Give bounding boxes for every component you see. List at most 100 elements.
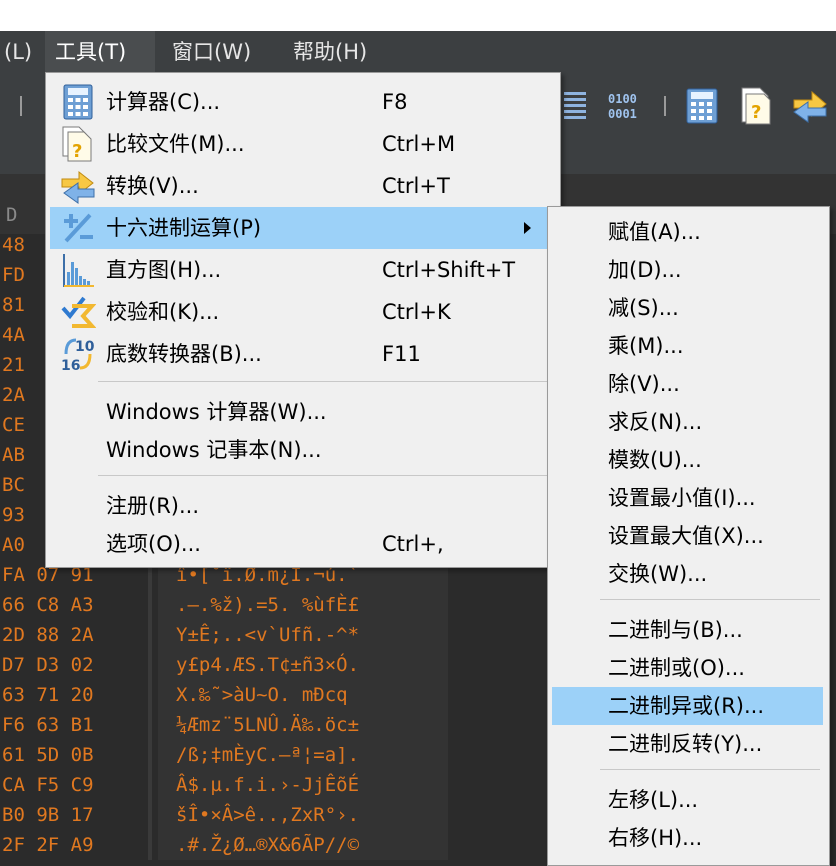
menu-item-label: 比较文件(M)... <box>106 132 245 156</box>
hex-bytes: BC <box>2 474 25 496</box>
ascii-text: /ß;‡mÈyC.–ª¦=a]. <box>158 740 448 770</box>
menu-item-shortcut: Ctrl+T <box>382 174 450 198</box>
menu-item-label: 注册(R)... <box>106 494 200 518</box>
ascii-text: .#.Ž¿Ø…®X&6ÃP//© <box>158 830 448 860</box>
hex-bytes: 2A <box>2 384 25 406</box>
submenu-item-label: 除(V)... <box>608 372 680 396</box>
menu-item-shortcut: Ctrl+K <box>382 300 451 324</box>
svg-text:?: ? <box>751 102 761 123</box>
convert-icon[interactable] <box>790 88 830 124</box>
hex-bytes: A0 <box>2 534 25 556</box>
hex-bytes: CA F5 C9 <box>2 774 94 796</box>
hex-bytes: F6 63 B1 <box>2 714 94 736</box>
submenu-item-assign[interactable]: 赋值(A)... <box>552 213 823 251</box>
submenu-item-swap[interactable]: 交换(W)... <box>552 555 823 593</box>
submenu-item-label: 左移(L)... <box>608 788 699 812</box>
hex-operation-icon <box>64 213 93 243</box>
menu-item-base-converter[interactable]: 10 16 底数转换器(B)... F11 <box>50 333 556 375</box>
menu-tools[interactable]: 工具(T) <box>45 31 155 74</box>
menu-separator <box>98 381 554 382</box>
menu-separator <box>600 769 820 770</box>
binary-view-icon[interactable]: 0100 0001 <box>606 88 642 124</box>
menu-bar: (L) 工具(T) 窗口(W) 帮助(H) <box>0 31 836 74</box>
menu-item-label: 十六进制运算(P) <box>106 216 262 240</box>
checksum-icon <box>61 296 96 328</box>
menu-item-convert[interactable]: 转换(V)... Ctrl+T <box>50 165 556 207</box>
menu-item-shortcut: Ctrl+, <box>382 532 444 556</box>
hex-offset-label: D <box>6 204 18 226</box>
calculator-icon <box>63 84 93 120</box>
ascii-text: Â$.µ.f.i.›-JjÊõÉ <box>158 770 448 800</box>
submenu-item-binary-invert[interactable]: 二进制反转(Y)... <box>552 725 823 763</box>
svg-text:16: 16 <box>61 358 80 372</box>
menu-item-compare-files[interactable]: ? 比较文件(M)... Ctrl+M <box>50 123 556 165</box>
hex-bytes: 93 <box>2 504 25 526</box>
hex-bytes: 21 <box>2 354 25 376</box>
calculator-icon[interactable] <box>686 88 718 124</box>
submenu-item-label: 二进制反转(Y)... <box>608 732 763 756</box>
submenu-item-add[interactable]: 加(D)... <box>552 251 823 289</box>
svg-text:0001: 0001 <box>608 107 637 121</box>
menu-separator <box>600 599 820 600</box>
ascii-text: y£p4.ÆS.T¢±ñ3×Ó. <box>158 650 448 680</box>
submenu-item-label: 二进制或(O)... <box>608 656 745 680</box>
hex-bytes: 2F 2F A9 <box>2 834 94 856</box>
submenu-item-binary-xor[interactable]: 二进制异或(R)... <box>552 687 823 725</box>
hex-bytes: CE <box>2 414 25 436</box>
menu-item-shortcut: Ctrl+M <box>382 132 456 156</box>
menu-item-checksum[interactable]: 校验和(K)... Ctrl+K <box>50 291 556 333</box>
hex-bytes: 63 71 20 <box>2 684 94 706</box>
submenu-item-shift-left[interactable]: 左移(L)... <box>552 781 823 819</box>
submenu-item-set-maximum[interactable]: 设置最大值(X)... <box>552 517 823 555</box>
menu-item-shortcut: F11 <box>382 342 421 366</box>
menu-window[interactable]: 窗口(W) <box>162 31 261 74</box>
hex-bytes: FD <box>2 264 25 286</box>
histogram-icon <box>63 254 94 287</box>
submenu-item-label: 减(S)... <box>608 296 679 320</box>
hex-bytes: 66 C8 A3 <box>2 594 94 616</box>
svg-text:0100: 0100 <box>608 92 637 106</box>
ascii-text: .–.%ž).=5. %ùfÈ£ <box>158 590 448 620</box>
menu-item-hex-operation[interactable]: 十六进制运算(P) <box>50 207 556 249</box>
menu-item-histogram[interactable]: 直方图(H)... Ctrl+Shift+T <box>50 249 556 291</box>
hex-bytes: B0 9B 17 <box>2 804 94 826</box>
compare-files-icon[interactable]: ? <box>738 86 774 126</box>
submenu-item-negate[interactable]: 求反(N)... <box>552 403 823 441</box>
menu-item-label: 计算器(C)... <box>106 90 221 114</box>
submenu-item-label: 二进制异或(R)... <box>608 694 765 718</box>
menu-item-register[interactable]: 注册(R)... <box>50 485 556 527</box>
submenu-item-label: 二进制与(B)... <box>608 618 743 642</box>
toolbar-separator <box>20 96 22 116</box>
submenu-item-label: 设置最大值(X)... <box>608 524 764 548</box>
align-lines-icon[interactable] <box>562 90 588 120</box>
submenu-item-label: 模数(U)... <box>608 448 702 472</box>
menu-item-windows-calculator[interactable]: Windows 计算器(W)... <box>50 391 556 433</box>
submenu-item-modulo[interactable]: 模数(U)... <box>552 441 823 479</box>
submenu-item-label: 赋值(A)... <box>608 220 701 244</box>
menu-item-options[interactable]: 选项(O)... Ctrl+, <box>50 523 556 565</box>
ascii-text: ¼Æmz¨5LNÛ.Ä‰.öc± <box>158 710 448 740</box>
submenu-item-divide[interactable]: 除(V)... <box>552 365 823 403</box>
hex-operation-submenu: 赋值(A)... 加(D)... 减(S)... 乘(M)... 除(V)...… <box>547 206 830 866</box>
toolbar-separator <box>664 96 666 116</box>
menu-item-label: 底数转换器(B)... <box>106 342 262 366</box>
hex-bytes: 61 5D 0B <box>2 744 94 766</box>
menu-item-label: 校验和(K)... <box>106 300 220 324</box>
ascii-text: šÎ•×Â>ê..,ZxR°›. <box>158 800 448 830</box>
menu-item-windows-notepad[interactable]: Windows 记事本(N)... <box>50 429 556 471</box>
submenu-item-set-minimum[interactable]: 设置最小值(I)... <box>552 479 823 517</box>
submenu-item-label: 交换(W)... <box>608 562 708 586</box>
submenu-item-binary-and[interactable]: 二进制与(B)... <box>552 611 823 649</box>
tools-menu: 计算器(C)... F8 ? 比较文件(M)... Ctrl+M 转换(V)..… <box>45 72 561 568</box>
submenu-item-binary-or[interactable]: 二进制或(O)... <box>552 649 823 687</box>
menu-item-label: 转换(V)... <box>106 174 199 198</box>
submenu-item-multiply[interactable]: 乘(M)... <box>552 327 823 365</box>
menu-edit-partial[interactable]: (L) <box>0 31 42 74</box>
menu-item-calculator[interactable]: 计算器(C)... F8 <box>50 81 556 123</box>
submenu-item-shift-right[interactable]: 右移(H)... <box>552 819 823 857</box>
submenu-item-subtract[interactable]: 减(S)... <box>552 289 823 327</box>
submenu-item-label: 乘(M)... <box>608 334 684 358</box>
menu-help[interactable]: 帮助(H) <box>283 31 377 74</box>
svg-text:10: 10 <box>75 339 95 355</box>
ascii-text: X.‰˜>àU~O. mÐcq <box>158 680 448 710</box>
